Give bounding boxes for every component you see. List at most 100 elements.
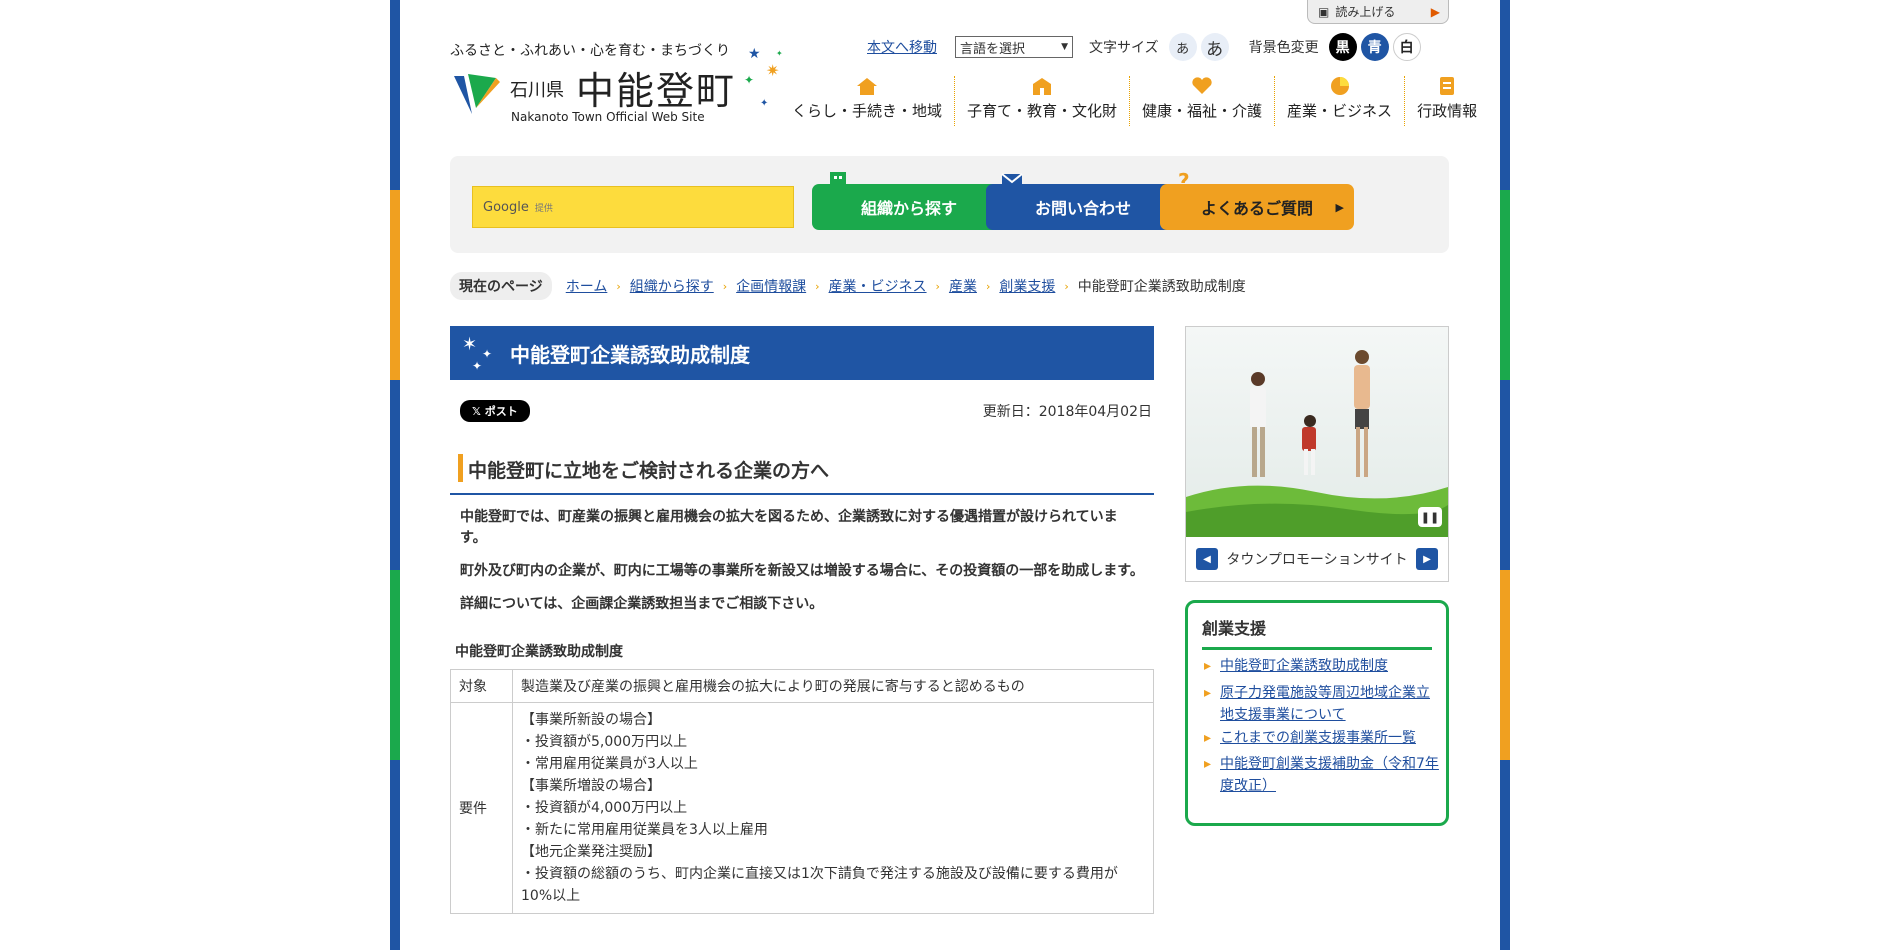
language-select[interactable]: 言語を選択 ▼ [955,36,1073,58]
requirement-line: ・新たに常用雇用従業員を3人以上雇用 [521,822,768,838]
gnav-administration[interactable]: 行政情報 [1404,76,1489,126]
sidebar-link[interactable]: 中能登町創業支援補助金（令和7年度改正） [1204,753,1440,797]
svg-text:✦: ✦ [482,347,492,361]
chevron-right-icon: › [815,279,820,293]
sidebar-link[interactable]: 中能登町企業誘致助成制度 [1204,655,1440,677]
heart-icon [1192,77,1212,94]
section-heading: 中能登町に立地をご検討される企業の方へ [450,452,1154,495]
button-label: お問い合わせ [1034,199,1131,218]
arrow-right-icon: ▶ [1335,200,1344,214]
bg-blue-button[interactable]: 青 [1360,33,1389,61]
utility-bar: 本文へ移動 言語を選択 ▼ 文字サイズ あ あ 背景色変更 黒 青 白 [867,33,1425,61]
svg-text:★: ★ [748,46,761,62]
breadcrumb-link[interactable]: 創業支援 [999,276,1055,296]
breadcrumb: 現在のページ ホーム › 組織から探す › 企画情報課 › 産業・ビジネス › … [450,272,1246,300]
svg-text:✷: ✷ [766,61,779,80]
font-size-label: 文字サイズ [1089,40,1159,56]
background-color-label: 背景色変更 [1248,40,1319,56]
family-photo[interactable] [1186,327,1448,537]
town-name-logo[interactable]: 中能登町 [576,60,736,115]
gnav-health[interactable]: 健康・福祉・介護 [1129,76,1274,126]
gnav-label: 健康・福祉・介護 [1142,102,1263,120]
breadcrumb-link[interactable]: 産業 [949,276,977,296]
main-content: ✶ ✦ ✦ 中能登町企業誘致助成制度 𝕏 ポスト 更新日：2018年04月02日… [450,326,1154,914]
button-label: 組織から探す [860,199,957,218]
search-by-organization-button[interactable]: 組織から探す ▶ [812,172,1006,230]
table-cell: 製造業及び産業の振興と雇用機会の拡大により町の発展に寄与すると認めるもの [512,669,1154,703]
sidebar-title: 創業支援 [1202,615,1432,650]
global-navigation: くらし・手続き・地域 子育て・教育・文化財 健康・福祉・介護 産業・ビジネス 行… [780,76,1489,126]
site-search-input[interactable]: Google 提供 [472,186,794,228]
chevron-right-icon: › [935,279,940,293]
sidebar-link[interactable]: これまでの創業支援事業所一覧 [1204,727,1440,749]
svg-text:✦: ✦ [744,73,754,87]
page: ▣ 読み上げる ▶ ふるさと・ふれあい・心を育む・まちづくり 石川県 中能登町 … [450,0,1477,914]
gnav-label: 産業・ビジネス [1287,102,1393,120]
google-brand: Google [483,199,529,215]
next-slide-button[interactable]: ▶ [1416,548,1438,570]
previous-slide-button[interactable]: ◀ [1196,548,1218,570]
promo-label[interactable]: タウンプロモーションサイト [1226,549,1407,569]
town-emblem-icon [454,74,500,114]
svg-text:?: ? [1178,170,1190,190]
x-post-label: ポスト [484,405,518,418]
town-promotion-banner: ❚❚ ◀ タウンプロモーションサイト ▶ [1185,326,1449,582]
breadcrumb-link[interactable]: 産業・ビジネス [829,276,927,296]
gnav-label: くらし・手続き・地域 [792,102,943,120]
requirement-line: ・投資額が5,000万円以上 [521,734,688,750]
house-icon [857,78,877,95]
site-tagline: ふるさと・ふれあい・心を育む・まちづくり [450,43,730,59]
pause-button[interactable]: ❚❚ [1418,507,1442,527]
town-english-name: Nakanoto Town Official Web Site [511,110,705,124]
font-size-large-button[interactable]: あ [1200,33,1229,61]
google-provided: 提供 [534,203,553,214]
gnav-living[interactable]: くらし・手続き・地域 [780,76,954,126]
building-icon [830,172,846,190]
document-icon [1440,77,1455,95]
skip-to-content-link[interactable]: 本文へ移動 [867,37,937,57]
subsidy-table: 対象 製造業及び産業の振興と雇用機会の拡大により町の発展に寄与すると認めるもの … [450,669,1154,914]
language-select-value: 言語を選択 [960,41,1026,57]
envelope-icon [1001,173,1023,188]
table-row: 対象 製造業及び産業の振興と雇用機会の拡大により町の発展に寄与すると認めるもの [450,669,1154,703]
table-header-cell: 要件 [450,702,513,914]
chevron-right-icon: › [985,279,991,293]
gnav-label: 子育て・教育・文化財 [967,102,1118,120]
svg-text:✦: ✦ [760,98,768,109]
breadcrumb-link[interactable]: 企画情報課 [736,276,806,296]
sidebar-business-support: 創業支援 中能登町企業誘致助成制度 原子力発電施設等周辺地域企業立地支援事業につ… [1185,600,1449,826]
table-cell: 【事業所新設の場合】 ・投資額が5,000万円以上 ・常用雇用従業員が3人以上 … [512,702,1154,914]
right-color-stripe [1500,0,1510,950]
gnav-education[interactable]: 子育て・教育・文化財 [954,76,1129,126]
breadcrumb-link[interactable]: ホーム [566,276,608,296]
breadcrumb-current-label: 現在のページ [450,272,552,300]
requirement-line: ・常用雇用従業員が3人以上 [521,756,698,772]
svg-text:✶: ✶ [462,334,477,355]
chevron-right-icon: › [616,279,621,293]
contact-button[interactable]: お問い合わせ ▶ [986,173,1180,230]
left-color-stripe [390,0,400,950]
page-title-bar: ✶ ✦ ✦ 中能登町企業誘致助成制度 [450,326,1154,380]
read-aloud-label: 読み上げる [1335,5,1396,19]
chevron-right-icon: › [1064,279,1069,293]
gnav-industry[interactable]: 産業・ビジネス [1274,76,1404,126]
sparkle-icon: ✶ ✦ ✦ [462,334,492,372]
breadcrumb-link[interactable]: 組織から探す [630,276,714,296]
paragraph: 詳細については、企画課企業誘致担当までご相談下さい。 [460,596,824,612]
requirement-line: 【事業所増設の場合】 [521,778,661,794]
x-post-button[interactable]: 𝕏 ポスト [460,400,530,422]
faq-button[interactable]: ? よくあるご質問 ▶ [1160,170,1354,230]
font-size-small-button[interactable]: あ [1168,33,1197,61]
requirement-line: 【事業所新設の場合】 [521,712,661,728]
bg-black-button[interactable]: 黒 [1328,33,1357,61]
table-header-cell: 対象 [450,669,513,703]
chevron-down-icon: ▼ [1061,42,1068,52]
updated-date: 更新日：2018年04月02日 [982,404,1152,420]
bg-white-button[interactable]: 白 [1392,33,1421,61]
table-row: 要件 【事業所新設の場合】 ・投資額が5,000万円以上 ・常用雇用従業員が3人… [450,702,1154,914]
read-aloud-button[interactable]: ▣ 読み上げる ▶ [1307,0,1449,24]
sidebar-link[interactable]: 原子力発電施設等周辺地域企業立地支援事業について [1204,682,1440,726]
button-label: よくあるご質問 [1200,199,1313,218]
requirement-line: ・投資額が4,000万円以上 [521,800,688,816]
quick-access-bar: Google 提供 組織から探す ▶ お問い合わせ ▶ ? よくあるご質問 ▶ [450,156,1449,253]
